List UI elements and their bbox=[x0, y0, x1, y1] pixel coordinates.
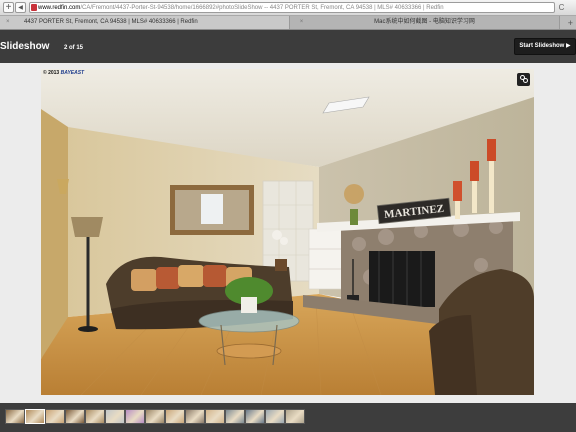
thumbnail[interactable] bbox=[145, 409, 165, 424]
tab-mac-screenshot[interactable]: × Mac系统中如何截图 - 电脑知识学习网 bbox=[290, 16, 560, 29]
new-tab-icon[interactable]: + bbox=[568, 17, 573, 29]
photo-stage: MARTINEZ © 2013 BAYEAST bbox=[0, 63, 576, 403]
thumbnail[interactable] bbox=[225, 409, 245, 424]
photo-counter: 2 of 15 bbox=[64, 45, 84, 51]
fullscreen-button[interactable] bbox=[517, 73, 530, 86]
close-tab-icon[interactable]: × bbox=[298, 19, 305, 26]
thumbnail[interactable] bbox=[125, 409, 145, 424]
thumbnail[interactable] bbox=[45, 409, 65, 424]
url-field[interactable]: www.redfin.com/CA/Fremont/4437-Porter-St… bbox=[29, 2, 555, 13]
browser-address-bar: + ◀ www.redfin.com/CA/Fremont/4437-Porte… bbox=[0, 0, 576, 16]
thumbnail[interactable] bbox=[285, 409, 305, 424]
thumbnail[interactable] bbox=[265, 409, 285, 424]
add-bookmark-button[interactable]: + bbox=[3, 2, 14, 13]
tab-label: Mac系统中如何截图 - 电脑知识学习网 bbox=[374, 19, 475, 25]
start-slideshow-button[interactable]: Start Slideshow ▶ bbox=[514, 38, 576, 55]
back-button[interactable]: ◀ bbox=[15, 2, 26, 13]
tab-label: 4437 PORTER St, Fremont, CA 94538 | MLS#… bbox=[24, 19, 198, 25]
url-path: /CA/Fremont/4437-Porter-St-94538/home/16… bbox=[80, 5, 444, 11]
thumbnail[interactable] bbox=[205, 409, 225, 424]
reload-icon[interactable]: C bbox=[556, 2, 567, 13]
slideshow-header: Slideshow 2 of 15 Start Slideshow ▶ bbox=[0, 30, 576, 63]
thumbnail[interactable] bbox=[185, 409, 205, 424]
brand-logo: BAYEAST bbox=[60, 70, 85, 76]
close-tab-icon[interactable]: × bbox=[6, 19, 13, 26]
photo-copyright: © 2013 BAYEAST bbox=[43, 70, 84, 76]
zoom-icon-overlay bbox=[523, 78, 528, 83]
thumbnail[interactable] bbox=[5, 409, 25, 424]
thumbnail[interactable] bbox=[25, 409, 45, 424]
thumbnail[interactable] bbox=[165, 409, 185, 424]
thumbnail-strip bbox=[0, 403, 576, 432]
browser-tab-bar: × 4437 PORTER St, Fremont, CA 94538 | ML… bbox=[0, 16, 576, 30]
thumbnail[interactable] bbox=[245, 409, 265, 424]
url-domain: www.redfin.com bbox=[38, 5, 81, 11]
thumbnail[interactable] bbox=[65, 409, 85, 424]
slideshow-title: Slideshow bbox=[0, 41, 50, 52]
thumbnail[interactable] bbox=[85, 409, 105, 424]
listing-photo[interactable]: MARTINEZ © 2013 BAYEAST bbox=[41, 69, 534, 395]
copyright-text: © 2013 bbox=[43, 70, 60, 76]
living-room-image: MARTINEZ bbox=[41, 69, 534, 395]
site-favicon-icon bbox=[31, 4, 37, 11]
tab-redfin[interactable]: × 4437 PORTER St, Fremont, CA 94538 | ML… bbox=[0, 16, 290, 29]
thumbnail[interactable] bbox=[105, 409, 125, 424]
